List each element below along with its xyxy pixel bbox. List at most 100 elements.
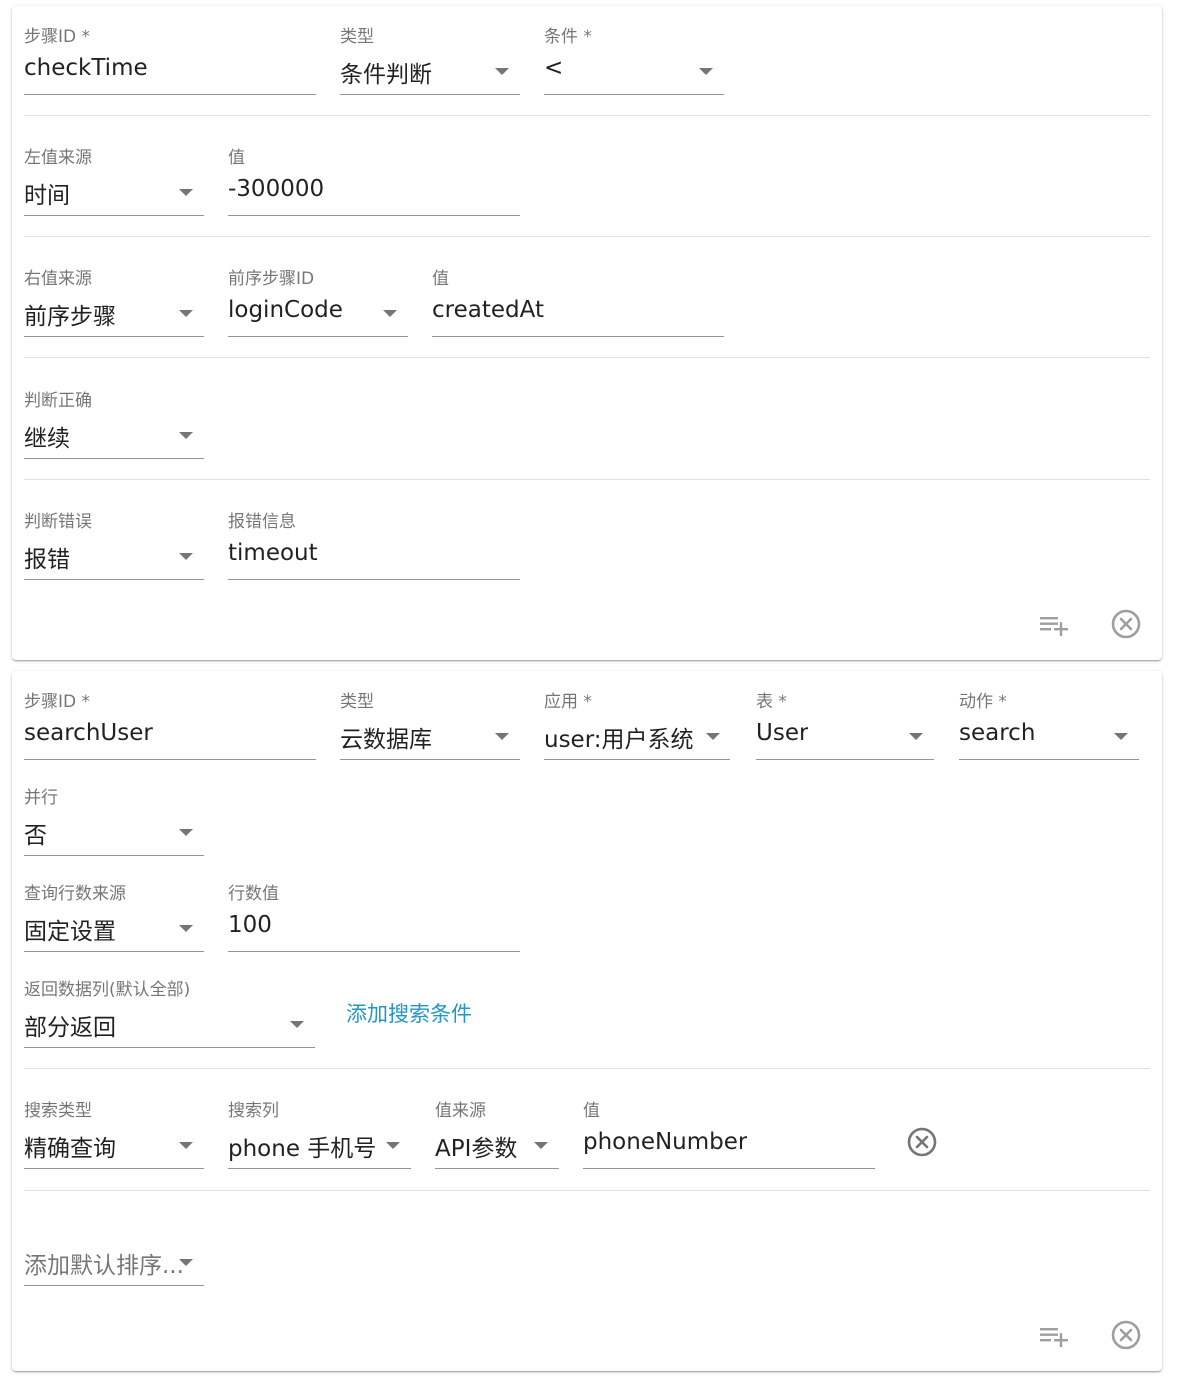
search-col-select[interactable]: 搜索列 phone 手机号 — [228, 1086, 411, 1170]
underline — [544, 94, 724, 95]
underline — [340, 94, 520, 95]
search-value-label: 值 — [583, 1101, 600, 1121]
action-label: 动作 * — [959, 692, 1007, 712]
condition-select[interactable]: 条件 * < — [544, 12, 724, 96]
search-type-select[interactable]: 搜索类型 精确查询 — [24, 1086, 204, 1170]
left-value-field[interactable]: 值 -300000 — [228, 133, 520, 217]
close-circle-icon — [1111, 609, 1141, 639]
add-sort-select[interactable]: 添加默认排序... — [24, 1203, 204, 1287]
divider — [24, 357, 1150, 358]
type-select[interactable]: 类型 云数据库 — [340, 677, 520, 761]
on-true-label: 判断正确 — [24, 391, 92, 411]
dropdown-arrow-icon — [179, 432, 193, 439]
table-label: 表 * — [756, 692, 787, 712]
playlist-add-icon — [1040, 1328, 1068, 1347]
type-select[interactable]: 类型 条件判断 — [340, 12, 520, 96]
underline — [435, 1168, 559, 1169]
close-circle-icon — [907, 1127, 937, 1157]
parallel-value: 否 — [24, 823, 47, 849]
underline — [340, 759, 520, 760]
search-value-field[interactable]: 值 phoneNumber — [583, 1086, 875, 1170]
parallel-label: 并行 — [24, 788, 58, 808]
step-id-value[interactable]: checkTime — [24, 55, 148, 81]
type-label: 类型 — [340, 692, 374, 712]
add-step-button[interactable] — [1036, 606, 1072, 642]
underline — [756, 759, 934, 760]
underline — [228, 1168, 411, 1169]
step-card-searchuser: 步骤ID * searchUser 类型 云数据库 应用 * user:用户系统… — [12, 671, 1162, 1371]
app-value: user:用户系统 — [544, 727, 694, 753]
underline — [24, 94, 316, 95]
step-id-value[interactable]: searchUser — [24, 720, 153, 746]
dropdown-arrow-icon — [179, 925, 193, 932]
step-id-label: 步骤ID * — [24, 692, 91, 712]
search-col-value: phone 手机号 — [228, 1136, 377, 1162]
error-msg-field[interactable]: 报错信息 timeout — [228, 497, 520, 581]
left-value-label: 值 — [228, 148, 245, 168]
prev-step-value: loginCode — [228, 297, 343, 323]
underline — [228, 579, 520, 580]
step-card-checktime: 步骤ID * checkTime 类型 条件判断 条件 * < 左值来源 时间 … — [12, 6, 1162, 660]
on-false-select[interactable]: 判断错误 报错 — [24, 497, 204, 581]
step-id-field[interactable]: 步骤ID * checkTime — [24, 12, 316, 96]
remove-step-button[interactable] — [1108, 1317, 1144, 1353]
dropdown-arrow-icon — [290, 1021, 304, 1028]
table-select[interactable]: 表 * User — [756, 677, 934, 761]
return-cols-value: 部分返回 — [24, 1015, 116, 1041]
app-select[interactable]: 应用 * user:用户系统 — [544, 677, 730, 761]
divider — [24, 115, 1150, 116]
action-select[interactable]: 动作 * search — [959, 677, 1139, 761]
underline — [432, 336, 724, 337]
right-value-field[interactable]: 值 createdAt — [432, 254, 724, 338]
on-false-value: 报错 — [24, 547, 70, 573]
row-count-value[interactable]: 100 — [228, 912, 272, 938]
underline — [228, 215, 520, 216]
remove-condition-button[interactable] — [904, 1124, 940, 1160]
add-step-button[interactable] — [1036, 1317, 1072, 1353]
row-count-field[interactable]: 行数值 100 — [228, 869, 520, 953]
dropdown-arrow-icon — [1114, 733, 1128, 740]
prev-step-select[interactable]: 前序步骤ID loginCode — [228, 254, 408, 338]
on-true-select[interactable]: 判断正确 继续 — [24, 376, 204, 460]
return-cols-label: 返回数据列(默认全部) — [24, 980, 191, 1000]
right-value-value[interactable]: createdAt — [432, 297, 544, 323]
parallel-select[interactable]: 并行 否 — [24, 773, 204, 857]
left-value-value[interactable]: -300000 — [228, 176, 324, 202]
underline — [228, 336, 408, 337]
type-value: 条件判断 — [340, 62, 432, 88]
value-source-select[interactable]: 值来源 API参数 — [435, 1086, 559, 1170]
return-cols-select[interactable]: 返回数据列(默认全部) 部分返回 — [24, 965, 315, 1049]
close-circle-icon — [1111, 1320, 1141, 1350]
search-value-value[interactable]: phoneNumber — [583, 1129, 747, 1155]
left-source-select[interactable]: 左值来源 时间 — [24, 133, 204, 217]
error-msg-value[interactable]: timeout — [228, 540, 318, 566]
row-source-select[interactable]: 查询行数来源 固定设置 — [24, 869, 204, 953]
step-id-field[interactable]: 步骤ID * searchUser — [24, 677, 316, 761]
value-source-value: API参数 — [435, 1136, 518, 1162]
underline — [959, 759, 1139, 760]
dropdown-arrow-icon — [706, 733, 720, 740]
step-id-label: 步骤ID * — [24, 27, 91, 47]
value-source-label: 值来源 — [435, 1101, 486, 1121]
add-search-condition-link[interactable]: 添加搜索条件 — [346, 998, 472, 1028]
dropdown-arrow-icon — [383, 310, 397, 317]
dropdown-arrow-icon — [386, 1142, 400, 1149]
divider — [24, 1068, 1150, 1069]
underline — [24, 1285, 204, 1286]
divider — [24, 1190, 1150, 1191]
remove-step-button[interactable] — [1108, 606, 1144, 642]
dropdown-arrow-icon — [179, 829, 193, 836]
left-source-value: 时间 — [24, 183, 70, 209]
right-source-select[interactable]: 右值来源 前序步骤 — [24, 254, 204, 338]
app-label: 应用 * — [544, 692, 592, 712]
search-type-value: 精确查询 — [24, 1136, 116, 1162]
underline — [24, 336, 204, 337]
underline — [24, 1168, 204, 1169]
underline — [583, 1168, 875, 1169]
action-value: search — [959, 720, 1036, 746]
dropdown-arrow-icon — [179, 189, 193, 196]
on-true-value: 继续 — [24, 426, 70, 452]
dropdown-arrow-icon — [495, 68, 509, 75]
playlist-add-icon — [1040, 617, 1068, 636]
underline — [24, 855, 204, 856]
